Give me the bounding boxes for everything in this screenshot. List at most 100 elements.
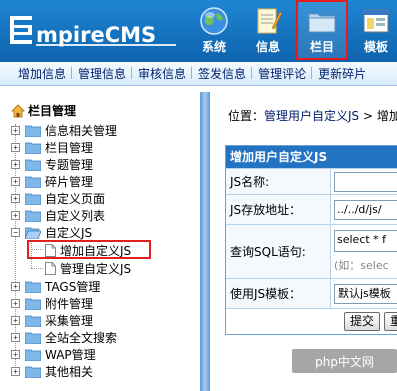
logo-text: mpireCMS [36, 23, 156, 47]
topnav-label: 栏目 [309, 40, 334, 54]
collapse-icon[interactable]: − [11, 228, 20, 237]
subnav-sign-info[interactable]: 签发信息 [191, 65, 252, 82]
tree-node[interactable]: + WAP管理 [11, 346, 96, 363]
topnav-info[interactable]: 信息 [242, 0, 294, 60]
folder-icon [25, 159, 41, 171]
tree-title-text: 栏目管理 [28, 104, 77, 118]
js-name-input[interactable] [334, 171, 397, 192]
tree-node-label: 栏目管理 [45, 141, 94, 155]
expand-icon[interactable]: + [11, 350, 20, 359]
topnav-template[interactable]: 模板 [350, 0, 397, 60]
tree-node-label: 采集管理 [45, 314, 94, 328]
tree-node-label: 信息相关管理 [45, 124, 118, 138]
template-label: 使用JS模板： [226, 279, 331, 308]
expand-icon[interactable]: + [11, 160, 20, 169]
expand-icon[interactable]: + [11, 299, 20, 308]
tree-node-expanded[interactable]: − 自定义JS [11, 224, 92, 241]
folder-icon [25, 332, 41, 344]
top-nav: 系统 信息 栏目 模板 [188, 0, 397, 62]
folder-icon [25, 298, 41, 310]
sql-input[interactable]: select * f [334, 230, 397, 252]
folder-icon [25, 366, 41, 378]
tree-node-label: 自定义列表 [45, 209, 106, 223]
tree-node-label: 自定义页面 [45, 192, 106, 206]
breadcrumb-separator: > [359, 109, 377, 123]
form-buttons: 提交 重 [226, 308, 397, 334]
tree-node-label: 附件管理 [45, 297, 94, 311]
tree-title: 栏目管理 [11, 102, 76, 119]
notepad-icon [257, 8, 283, 34]
tree-node[interactable]: + 自定义页面 [11, 190, 105, 207]
expand-icon[interactable]: + [11, 194, 20, 203]
tree-node[interactable]: + TAGS管理 [11, 278, 100, 295]
document-icon [45, 262, 56, 275]
tree-node-label: 碎片管理 [45, 175, 94, 189]
topnav-column[interactable]: 栏目 [296, 0, 348, 60]
form-title: 增加用户自定义JS [226, 146, 397, 168]
row-template: 使用JS模板： 默认js模板 [226, 278, 397, 308]
submit-button[interactable]: 提交 [344, 312, 381, 331]
breadcrumb-current: 增加 [376, 109, 397, 123]
topnav-system[interactable]: 系统 [188, 0, 240, 60]
tree-node[interactable]: + 采集管理 [11, 312, 93, 329]
subnav-update-fragments[interactable]: 更新碎片 [311, 65, 372, 82]
expand-icon[interactable]: + [11, 211, 20, 220]
row-sql: 查询SQL语句: select * f (如：selec [226, 224, 397, 278]
tree-node[interactable]: + 自定义列表 [11, 207, 105, 224]
expand-icon[interactable]: + [11, 367, 20, 376]
breadcrumb: 位置：管理用户自定义JS > 增加 [228, 107, 397, 124]
window-icon [363, 9, 389, 33]
folder-icon [25, 281, 41, 293]
expand-icon[interactable]: + [11, 316, 20, 325]
template-select[interactable]: 默认js模板 [334, 283, 397, 304]
subnav-review-info[interactable]: 审核信息 [131, 65, 192, 82]
tree-node[interactable]: + 附件管理 [11, 295, 93, 312]
tree-node[interactable]: + 碎片管理 [11, 173, 93, 190]
breadcrumb-link[interactable]: 管理用户自定义JS [264, 109, 359, 123]
main-content: 位置：管理用户自定义JS > 增加 增加用户自定义JS JS名称: JS存放地址… [210, 92, 397, 391]
tree-node-label: 全站全文搜索 [45, 331, 118, 345]
breadcrumb-prefix: 位置： [228, 109, 265, 123]
sql-label: 查询SQL语句: [226, 225, 331, 278]
empirecms-logo[interactable]: mpireCMS [10, 12, 178, 48]
subnav-add-info[interactable]: 增加信息 [0, 65, 72, 82]
tree-node[interactable]: + 信息相关管理 [11, 122, 117, 139]
folder-icon [25, 125, 41, 137]
topnav-label: 系统 [201, 40, 226, 54]
expand-icon[interactable]: + [11, 126, 20, 135]
tree-child-label: 管理自定义JS [60, 262, 132, 276]
tree-node-label: 其他相关 [45, 365, 94, 379]
expand-icon[interactable]: + [11, 143, 20, 152]
folder-icon [25, 349, 41, 361]
sql-hint: (如：selec [334, 259, 389, 272]
frame-divider[interactable] [200, 92, 210, 391]
js-name-label: JS名称: [226, 169, 331, 194]
globe-icon [200, 7, 228, 35]
column-tree: 栏目管理 + 信息相关管理 + 栏目管理 + 专题管理 + 碎片管理 + 自定义… [0, 92, 200, 391]
tree-node[interactable]: + 专题管理 [11, 156, 93, 173]
tree-node[interactable]: + 栏目管理 [11, 139, 93, 156]
subnav-manage-comments[interactable]: 管理评论 [251, 65, 312, 82]
subnav-manage-info[interactable]: 管理信息 [71, 65, 132, 82]
tree-node-label: WAP管理 [45, 348, 96, 362]
expand-icon[interactable]: + [11, 333, 20, 342]
expand-icon[interactable]: + [11, 282, 20, 291]
php-watermark: php中文网 [292, 349, 397, 373]
folder-icon [25, 315, 41, 327]
folder-icon [25, 142, 41, 154]
tree-node-label: 自定义JS [45, 226, 93, 240]
tree-child-manage-js[interactable]: 管理自定义JS [45, 260, 131, 277]
folder-icon [25, 176, 41, 188]
top-header: mpireCMS 系统 信息 栏目 模板 [0, 0, 397, 62]
tree-node-label: 专题管理 [45, 158, 94, 172]
reset-button[interactable]: 重 [384, 312, 397, 331]
tree-node-label: TAGS管理 [45, 280, 101, 294]
tree-node[interactable]: + 其他相关 [11, 363, 93, 380]
topnav-label: 模板 [363, 40, 388, 54]
js-path-input[interactable]: ../../d/js/ [334, 199, 397, 220]
tree-node[interactable]: + 全站全文搜索 [11, 329, 117, 346]
expand-icon[interactable]: + [11, 177, 20, 186]
open-folder-icon [25, 227, 41, 239]
folder-icon [308, 13, 336, 33]
topnav-label: 信息 [255, 40, 280, 54]
